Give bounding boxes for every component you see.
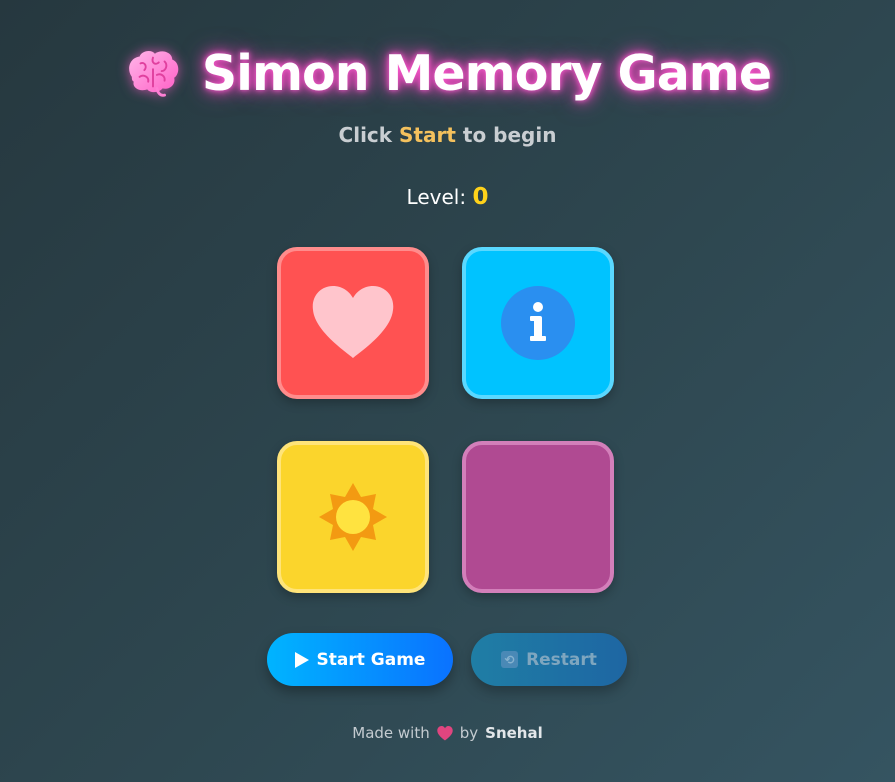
status-highlight: Start [399,123,456,147]
status-message: Click Start to begin [0,123,895,147]
start-game-button[interactable]: Start Game [267,633,453,686]
level-display: Level: 0 [0,184,895,210]
page-title: Simon Memory Game [0,38,895,108]
heart-icon [312,286,394,358]
pad-red[interactable] [277,247,429,399]
heart-icon [437,725,453,740]
level-label: Level: [406,185,467,209]
repeat-icon: ⟲ [501,651,519,668]
footer-by: by [459,724,479,742]
info-icon [501,286,575,360]
level-value: 0 [472,184,489,210]
title-text: Simon Memory Game [201,44,772,102]
pad-blue[interactable] [462,247,614,399]
play-icon [294,651,309,668]
restart-button[interactable]: ⟲ Restart [471,633,627,686]
start-game-label: Start Game [316,649,426,670]
footer: Made with by Snehal [0,724,895,742]
brain-icon [129,51,179,97]
status-suffix: to begin [462,123,557,147]
footer-made-with: Made with [352,724,430,742]
restart-label: Restart [526,649,597,670]
footer-author: Snehal [485,724,543,742]
pad-purple[interactable] [462,441,614,593]
status-prefix: Click [338,123,393,147]
pad-yellow[interactable] [277,441,429,593]
sun-icon [319,483,387,551]
